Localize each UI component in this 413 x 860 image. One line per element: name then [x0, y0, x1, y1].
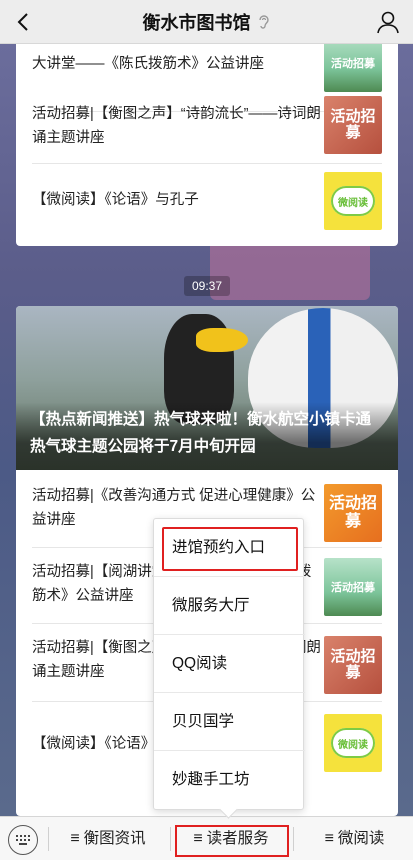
person-icon — [377, 11, 399, 34]
article-title: 活动招募|【衡图之声】“诗韵流长”——诗词朗诵主题讲座 — [32, 106, 321, 146]
article-thumbnail: 微阅读 — [324, 714, 382, 772]
article-title: 【微阅读】《论语》与孔子 — [32, 192, 199, 208]
thumbnail-label: 活动招募 — [330, 108, 376, 141]
tab-label: 衡图资讯 — [83, 830, 146, 847]
title-group: 衡水市图书馆 — [143, 9, 271, 35]
menu-tab-micro-reading[interactable]: ≡ 微阅读 — [296, 817, 413, 860]
top-bar: 衡水市图书馆 — [0, 0, 413, 44]
article-thumbnail: 活动招募 — [324, 484, 382, 542]
profile-button[interactable] — [375, 9, 401, 35]
thumbnail-label: 活动招募 — [331, 58, 375, 70]
menu-item-handcraft[interactable]: 妙趣手工坊 — [154, 751, 305, 809]
keyboard-icon — [16, 835, 30, 845]
hero-article[interactable]: 【热点新闻推送】热气球来啦！衡水航空小镇卡通热气球主题公园将于7月中旬开园 — [16, 306, 398, 470]
chevron-left-icon — [17, 13, 28, 31]
menu-item-micro-service-hall[interactable]: 微服务大厅 — [154, 577, 305, 635]
menu-item-qq-reading[interactable]: QQ阅读 — [154, 635, 305, 693]
divider — [170, 827, 171, 851]
thumbnail-label: 活动招募 — [328, 495, 377, 530]
menu-tab-reader-service[interactable]: ≡ 读者服务 — [172, 817, 290, 860]
article-title: 大讲堂——《陈氏拨筋术》公益讲座 — [32, 56, 264, 72]
menu-tab-news[interactable]: ≡ 衡图资讯 — [48, 817, 168, 860]
menu-lines-icon: ≡ — [70, 830, 80, 847]
menu-lines-icon: ≡ — [193, 830, 203, 847]
keyboard-toggle-button[interactable] — [8, 825, 38, 855]
menu-item-beibei-guoxue[interactable]: 贝贝国学 — [154, 693, 305, 751]
thumbnail-label: 活动招募 — [330, 648, 376, 681]
back-button[interactable] — [10, 8, 36, 36]
tab-label: 读者服务 — [206, 830, 269, 847]
bird-beak-image — [196, 328, 248, 352]
bottom-menu-bar: ≡ 衡图资讯 ≡ 读者服务 ≡ 微阅读 — [0, 816, 413, 860]
menu-item-appointment[interactable]: 进馆预约入口 — [154, 519, 305, 577]
list-item[interactable]: 【微阅读】《论语》与孔子 微阅读 — [32, 164, 382, 246]
message-timestamp: 09:37 — [184, 276, 230, 296]
reader-service-submenu: 进馆预约入口 微服务大厅 QQ阅读 贝贝国学 妙趣手工坊 — [153, 518, 305, 810]
page-title: 衡水市图书馆 — [142, 12, 251, 33]
thumbnail-label: 微阅读 — [331, 728, 375, 758]
article-thumbnail: 活动招募 — [324, 636, 382, 694]
article-thumbnail: 活动招募 — [324, 96, 382, 154]
tab-label: 微阅读 — [337, 830, 385, 847]
hero-headline: 【热点新闻推送】热气球来啦！衡水航空小镇卡通热气球主题公园将于7月中旬开园 — [30, 411, 372, 455]
divider — [293, 827, 294, 851]
thumbnail-label: 微阅读 — [331, 186, 375, 216]
article-thumbnail: 微阅读 — [324, 172, 382, 230]
article-thumbnail: 活动招募 — [324, 44, 382, 92]
ear-icon — [258, 14, 269, 29]
article-card-top: 大讲堂——《陈氏拨筋术》公益讲座 活动招募 活动招募|【衡图之声】“诗韵流长”—… — [16, 44, 398, 246]
thumbnail-label: 活动招募 — [331, 582, 375, 594]
list-item[interactable]: 活动招募|【衡图之声】“诗韵流长”——诗词朗诵主题讲座 活动招募 — [32, 88, 382, 164]
article-thumbnail: 活动招募 — [324, 558, 382, 616]
menu-lines-icon: ≡ — [324, 830, 334, 847]
